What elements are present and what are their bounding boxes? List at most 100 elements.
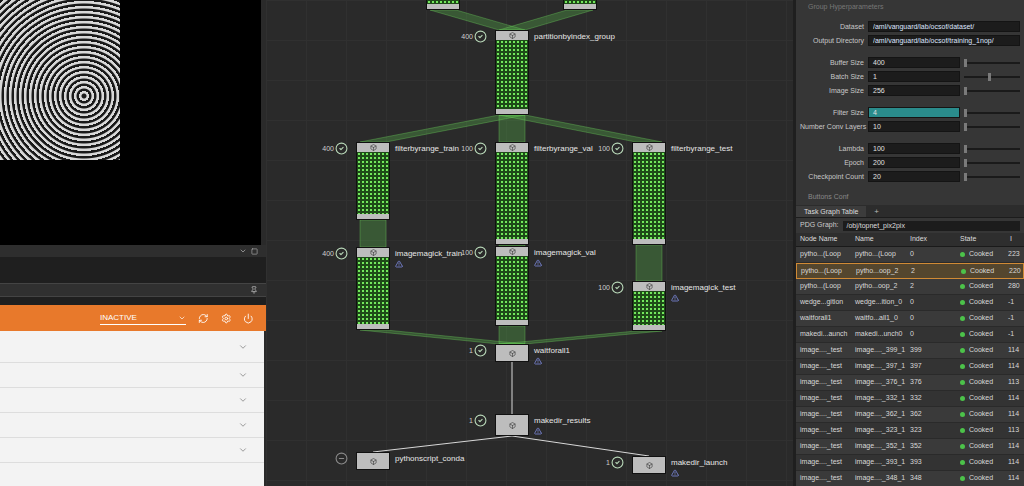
table-row[interactable]: image...._testimage...._362_1362Cooked11… [796, 407, 1024, 423]
value-field[interactable]: 256 [868, 85, 960, 96]
node-body[interactable] [495, 246, 529, 326]
value-field[interactable]: 10 [868, 121, 960, 132]
slider-handle[interactable] [964, 87, 967, 95]
node-body[interactable] [632, 456, 666, 474]
table-row[interactable]: waitforall1waitfo...all1_00Cooked-1 [796, 311, 1024, 327]
network-node[interactable]: imagemagick_test100 [632, 281, 666, 331]
network-node[interactable]: waitforall11 [495, 344, 529, 362]
column-header[interactable]: Index [906, 234, 956, 245]
network-node[interactable] [426, 0, 460, 10]
pin-icon[interactable] [250, 286, 258, 294]
table-row[interactable]: image...._testimage...._376_1376Cooked11… [796, 375, 1024, 391]
state-dropdown[interactable]: INACTIVE [100, 312, 186, 325]
slider-track[interactable] [964, 176, 1020, 178]
value-field[interactable]: 200 [868, 157, 960, 168]
add-tab-button[interactable]: + [874, 206, 879, 217]
slider-track[interactable] [964, 162, 1020, 164]
work-items[interactable] [496, 256, 528, 320]
slider-track[interactable] [964, 148, 1020, 150]
table-row[interactable]: image...._testimage...._397_1397Cooked11… [796, 359, 1024, 375]
network-node[interactable]: imagemagick_val100 [495, 246, 529, 326]
work-items[interactable] [633, 152, 665, 239]
table-row[interactable]: pytho...(Looppytho...oop_22Cooked280 [796, 279, 1024, 295]
network-node[interactable]: makedir_launch1 [632, 456, 666, 474]
value-field[interactable]: 4 [868, 107, 960, 118]
slider-handle[interactable] [964, 159, 967, 167]
tab[interactable]: Task Graph Table [796, 206, 866, 217]
table-row[interactable]: image...._testimage...._332_1332Cooked11… [796, 391, 1024, 407]
chevron-down-icon[interactable] [239, 247, 247, 255]
square-icon[interactable] [251, 248, 258, 255]
table-row[interactable]: image...._testimage...._399_1399Cooked11… [796, 343, 1024, 359]
network-node[interactable]: partitionbyindex_group400 [495, 30, 529, 115]
slider-track[interactable] [964, 126, 1020, 128]
chevron-icon[interactable] [238, 445, 248, 455]
slider-handle[interactable] [964, 123, 967, 131]
list-row[interactable] [0, 413, 264, 438]
work-items[interactable] [357, 152, 389, 214]
list-row[interactable] [0, 331, 264, 363]
slider-track[interactable] [964, 90, 1020, 92]
table-row[interactable]: wedge...gitionwedge...ition_00Cooked-1 [796, 295, 1024, 311]
chevron-icon[interactable] [238, 342, 248, 352]
work-items[interactable] [496, 40, 528, 109]
network-node[interactable]: filterbyrange_val100 [495, 142, 529, 245]
column-header[interactable]: Name [851, 234, 906, 245]
table-row[interactable]: image...._testimage...._393_1393Cooked11… [796, 455, 1024, 471]
slider-track[interactable] [964, 62, 1020, 64]
column-header[interactable]: State [956, 234, 1006, 245]
network-node[interactable]: filterbyrange_test100 [632, 142, 666, 245]
work-items[interactable] [496, 152, 528, 239]
slider-handle[interactable] [964, 59, 967, 67]
chevron-icon[interactable] [238, 395, 248, 405]
table-row[interactable]: image...._testimage...._323_1323Cooked11… [796, 423, 1024, 439]
node-body[interactable] [356, 452, 390, 470]
table-row[interactable]: makedi...aunchmakedi...unch00Cooked-1 [796, 327, 1024, 343]
gear-icon[interactable] [221, 313, 232, 324]
slider-handle[interactable] [964, 109, 967, 117]
slider-track[interactable] [964, 112, 1020, 114]
network-canvas[interactable]: partitionbyindex_group400 filterbyrange_t… [266, 0, 793, 486]
value-field[interactable]: 400 [868, 57, 960, 68]
value-field[interactable]: 1 [868, 71, 960, 82]
graph-field[interactable]: /obj/topnet_pix2pix [843, 221, 1020, 231]
table-row[interactable]: pytho...(Looppytho...oop_22Cooked220 [796, 263, 1024, 279]
slider-handle[interactable] [964, 173, 967, 181]
work-items[interactable] [633, 291, 665, 325]
network-node[interactable]: filterbyrange_train400 [356, 142, 390, 220]
slider-track[interactable] [964, 76, 1020, 78]
power-icon[interactable] [243, 313, 254, 324]
list-row[interactable] [0, 363, 264, 388]
table-row[interactable]: pytho...(Looppytho...(Loop0Cooked223 [796, 247, 1024, 263]
address-bar[interactable] [0, 283, 266, 297]
node-body[interactable] [495, 344, 529, 362]
table-row[interactable]: image...._testimage...._352_1352Cooked11… [796, 439, 1024, 455]
node-body[interactable] [356, 247, 390, 330]
node-body[interactable] [426, 0, 460, 10]
node-body[interactable] [632, 142, 666, 245]
network-node[interactable] [563, 0, 597, 10]
path-field[interactable]: /aml/vanguard/lab/ocsof/dataset/ [868, 21, 1020, 32]
list-row[interactable] [0, 388, 264, 413]
node-body[interactable] [356, 142, 390, 220]
chevron-icon[interactable] [238, 370, 248, 380]
refresh-icon[interactable] [198, 313, 209, 324]
value-field[interactable]: 100 [868, 143, 960, 154]
node-body[interactable] [563, 0, 597, 10]
network-node[interactable]: makedir_results1 [495, 414, 529, 436]
node-body[interactable] [495, 30, 529, 115]
node-body[interactable] [495, 414, 529, 436]
network-node[interactable]: pythonscript_conda [356, 452, 390, 470]
slider-handle[interactable] [964, 145, 967, 153]
network-node[interactable]: imagemagick_train400 [356, 247, 390, 330]
chevron-icon[interactable] [238, 420, 248, 430]
slider-handle[interactable] [988, 73, 991, 81]
node-body[interactable] [632, 281, 666, 331]
list-row[interactable] [0, 438, 264, 463]
value-field[interactable]: 20 [868, 171, 960, 182]
work-items[interactable] [357, 257, 389, 324]
column-header[interactable]: Node Name [796, 234, 851, 245]
table-row[interactable]: image...._testimage...._348_1348Cooked11… [796, 471, 1024, 486]
path-field[interactable]: /aml/vanguard/lab/ocsof/training_1nop/ [868, 35, 1020, 46]
column-header[interactable]: I [1006, 234, 1024, 245]
